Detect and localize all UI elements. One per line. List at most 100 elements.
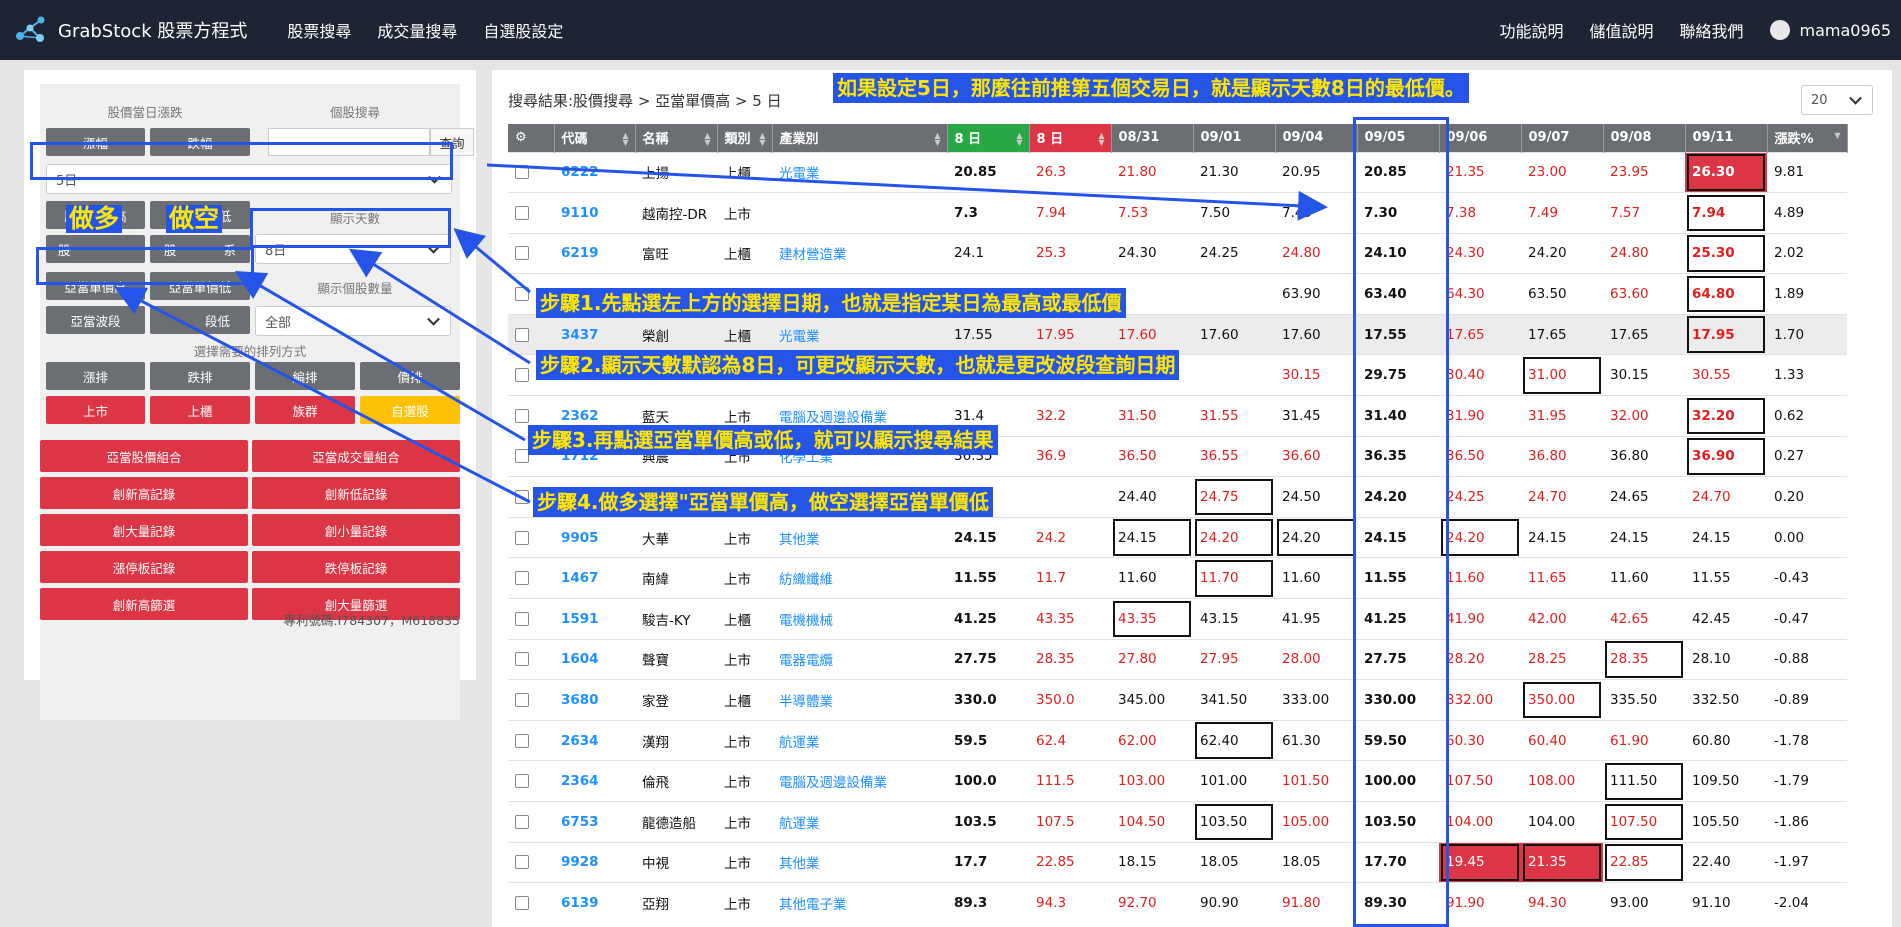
row-checkbox[interactable] [515, 530, 529, 545]
industry-link[interactable] [772, 192, 947, 234]
stock-code-link[interactable]: 2634 [554, 719, 635, 761]
table-row[interactable]: 9928 中視 上市 其他業 17.7 22.85 18.15 18.05 18.05 17.70… [508, 841, 1847, 883]
stock-code-link[interactable]: 9110 [554, 192, 635, 234]
header-8day-high[interactable]: 8 日 ▲ ▼ [1029, 124, 1112, 152]
nav-contact-us[interactable]: 聯絡我們 [1679, 18, 1743, 42]
table-row[interactable]: 1591 駿吉-KY 上櫃 電機機械 41.25 43.35 43.35 43.15 41.95… [508, 598, 1847, 640]
row-checkbox[interactable] [515, 733, 529, 748]
high-volume-record-button[interactable]: 創大量記錄 [40, 514, 248, 546]
stock-code-link[interactable]: 6139 [554, 882, 635, 924]
row-checkbox[interactable] [515, 611, 529, 626]
adam-price-combo-button[interactable]: 亞當股價組合 [40, 440, 248, 472]
row-checkbox[interactable] [515, 449, 529, 464]
user-avatar-icon[interactable] [1769, 20, 1790, 40]
industry-link[interactable]: 電器電纜 [772, 638, 947, 680]
market-watchlist-button[interactable]: 自選股 [360, 396, 460, 424]
row-checkbox[interactable] [515, 327, 529, 342]
stock-code-link[interactable]: 6753 [554, 801, 635, 843]
row-checkbox[interactable] [515, 368, 529, 383]
nav-watchlist-settings[interactable]: 自選股設定 [483, 18, 563, 42]
table-row[interactable]: 6222 上揚 上櫃 光電業 20.85 26.3 21.80 21.30 20.95 20.85… [508, 151, 1847, 193]
industry-link[interactable]: 航運業 [772, 801, 947, 843]
table-row[interactable]: 3680 家登 上櫃 半導體業 330.0 350.0 345.00 341.50 333.00… [508, 679, 1847, 721]
row-checkbox[interactable] [515, 693, 529, 708]
row-checkbox[interactable] [515, 287, 529, 302]
industry-link[interactable]: 其他業 [772, 516, 947, 558]
stock-code-link[interactable]: 6219 [554, 232, 635, 274]
page-size-select[interactable]: 20 [1801, 85, 1873, 115]
table-row[interactable]: 6139 亞翔 上市 其他電子業 89.3 94.3 92.70 90.90 91.80 89.3… [508, 882, 1847, 924]
row-checkbox[interactable] [515, 652, 529, 667]
user-name[interactable]: mama0965 [1800, 21, 1892, 40]
new-low-record-button[interactable]: 創新低記錄 [252, 477, 460, 509]
table-row[interactable]: 2364 倫飛 上市 電腦及週邊設備業 100.0 111.5 103.00 101.00 10… [508, 760, 1847, 802]
industry-link[interactable]: 電機機械 [772, 598, 947, 640]
header-name[interactable]: 名稱 ▲ ▼ [635, 124, 718, 152]
industry-link[interactable]: 其他業 [772, 841, 947, 883]
nav-topup-guide[interactable]: 儲值說明 [1589, 18, 1653, 42]
table-row[interactable]: 9905 大華 上市 其他業 24.15 24.2 24.15 24.20 24.20 24.15… [508, 516, 1847, 558]
table-row[interactable]: 1604 聲寶 上市 電器電纜 27.75 28.35 27.80 27.95 28.00 27.… [508, 638, 1847, 680]
stock-code-link[interactable]: 1467 [554, 557, 635, 599]
table-row[interactable]: 6753 龍德造船 上市 航運業 103.5 107.5 104.50 103.50 105.0… [508, 801, 1847, 843]
brand-logo[interactable]: GrabStock 股票方程式 [14, 14, 247, 46]
row-checkbox[interactable] [515, 165, 529, 180]
industry-link[interactable]: 半導體業 [772, 679, 947, 721]
market-listed-button[interactable]: 上市 [46, 396, 145, 424]
nav-feature-guide[interactable]: 功能說明 [1499, 18, 1563, 42]
industry-link[interactable]: 光電業 [772, 151, 947, 193]
low-volume-record-button[interactable]: 創小量記錄 [252, 514, 460, 546]
market-otc-button[interactable]: 上櫃 [150, 396, 250, 424]
stock-code-link[interactable]: 2364 [554, 760, 635, 802]
row-checkbox[interactable] [515, 896, 529, 911]
settings-header[interactable]: ⚙ [508, 124, 555, 152]
row-checkbox[interactable] [515, 855, 529, 870]
stock-code-link[interactable]: 6222 [554, 151, 635, 193]
header-industry[interactable]: 產業別 ▲ ▼ [772, 124, 948, 152]
adam-volume-combo-button[interactable]: 亞當成交量組合 [252, 440, 460, 472]
display-count-select[interactable]: 全部 [255, 306, 451, 336]
row-checkbox[interactable] [515, 490, 529, 505]
industry-link[interactable]: 建材營造業 [772, 232, 947, 274]
nav-stock-search[interactable]: 股票搜尋 [287, 18, 351, 42]
industry-link[interactable]: 紡織纖維 [772, 557, 947, 599]
row-checkbox[interactable] [515, 246, 529, 261]
table-row[interactable]: 1467 南緯 上市 紡織纖維 11.55 11.7 11.60 11.70 11.60 11.5… [508, 557, 1847, 599]
limit-up-record-button[interactable]: 漲停板記錄 [40, 551, 248, 583]
sort-code-button[interactable]: 編排 [255, 362, 355, 390]
price-cell: 28.35 [1603, 638, 1685, 680]
table-row[interactable]: 9110 越南控-DR 上市 7.3 7.94 7.53 7.50 7.49 7.30 7.38 7… [508, 192, 1847, 234]
market-group-button[interactable]: 族群 [255, 396, 355, 424]
industry-link[interactable]: 其他電子業 [772, 882, 947, 924]
nav-volume-search[interactable]: 成交量搜尋 [377, 18, 457, 42]
header-change-pct[interactable]: 漲跌% ▼ [1767, 124, 1848, 152]
new-high-record-button[interactable]: 創新高記錄 [40, 477, 248, 509]
row-checkbox[interactable] [515, 774, 529, 789]
table-row[interactable]: 2634 漢翔 上市 航運業 59.5 62.4 62.00 62.40 61.30 59.50 6… [508, 719, 1847, 761]
header-market[interactable]: 類別 ▲ ▼ [717, 124, 773, 152]
stock-code-link[interactable]: 9928 [554, 841, 635, 883]
stock-code-link[interactable]: 9905 [554, 516, 635, 558]
gear-icon[interactable]: ⚙ [515, 130, 527, 145]
sort-fall-button[interactable]: 跌排 [150, 362, 250, 390]
table-row[interactable]: 6219 富旺 上櫃 建材營造業 24.1 25.3 24.30 24.25 24.80 24.1… [508, 232, 1847, 274]
header-code[interactable]: 代碼 ▲ ▼ [554, 124, 636, 152]
header-8day-low[interactable]: 8 日 ▲ ▼ [947, 124, 1030, 152]
stock-code-link[interactable]: 1591 [554, 598, 635, 640]
stock-code-link[interactable]: 3437 [554, 313, 635, 355]
wave-low-button[interactable]: 段低 [150, 306, 250, 334]
sort-rise-button[interactable]: 漲排 [46, 362, 145, 390]
table-row[interactable]: 3437 榮創 上櫃 光電業 17.55 17.95 17.60 17.60 17.60 17.5… [508, 313, 1847, 355]
industry-link[interactable]: 電腦及週邊設備業 [772, 760, 947, 802]
row-checkbox[interactable] [515, 814, 529, 829]
row-checkbox[interactable] [515, 571, 529, 586]
row-checkbox[interactable] [515, 408, 529, 423]
stock-code-link[interactable]: 3680 [554, 679, 635, 721]
industry-link[interactable]: 光電業 [772, 313, 947, 355]
row-checkbox[interactable] [515, 205, 529, 220]
wave-high-button[interactable]: 亞當波段 [46, 306, 145, 334]
stock-code-link[interactable]: 1604 [554, 638, 635, 680]
sort-price-button[interactable]: 價排 [360, 362, 460, 390]
limit-down-record-button[interactable]: 跌停板記錄 [252, 551, 460, 583]
industry-link[interactable]: 航運業 [772, 719, 947, 761]
